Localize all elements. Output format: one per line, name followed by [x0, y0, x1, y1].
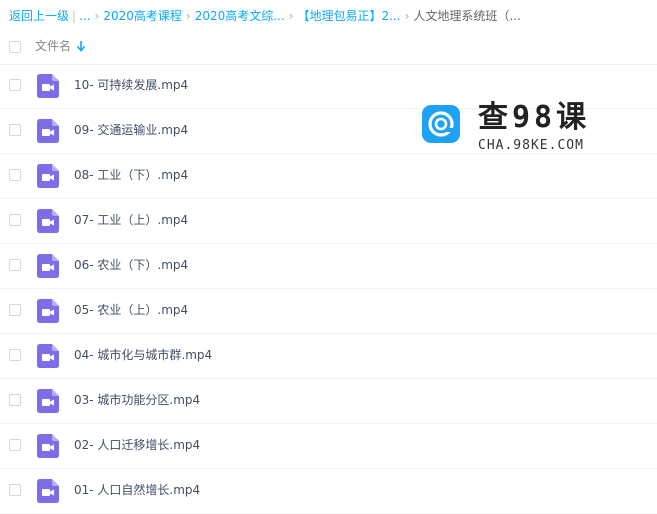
- video-file-icon: [37, 209, 59, 233]
- video-file-icon: [37, 344, 59, 368]
- breadcrumb-ellipsis[interactable]: ...: [79, 9, 90, 23]
- video-file-icon: [37, 434, 59, 458]
- file-row[interactable]: 08- 工业（下）.mp4: [0, 154, 657, 199]
- file-name[interactable]: 07- 工业（上）.mp4: [74, 212, 188, 229]
- file-checkbox[interactable]: [9, 124, 21, 136]
- video-file-icon: [37, 164, 59, 188]
- file-checkbox[interactable]: [9, 259, 21, 271]
- file-checkbox[interactable]: [9, 349, 21, 361]
- file-checkbox[interactable]: [9, 304, 21, 316]
- file-checkbox[interactable]: [9, 214, 21, 226]
- file-row[interactable]: 06- 农业（下）.mp4: [0, 244, 657, 289]
- file-checkbox[interactable]: [9, 79, 21, 91]
- file-name[interactable]: 09- 交通运输业.mp4: [74, 122, 188, 139]
- breadcrumb: 返回上一级 |... › 2020高考课程 › 2020高考文综... › 【地理包易正】2.…: [9, 7, 649, 25]
- video-file-icon: [37, 254, 59, 278]
- file-name[interactable]: 01- 人口自然增长.mp4: [74, 482, 200, 499]
- file-row[interactable]: 04- 城市化与城市群.mp4: [0, 334, 657, 379]
- file-name[interactable]: 06- 农业（下）.mp4: [74, 257, 188, 274]
- file-checkbox[interactable]: [9, 169, 21, 181]
- breadcrumb-separator: ›: [94, 9, 100, 23]
- file-name[interactable]: 10- 可持续发展.mp4: [74, 77, 188, 94]
- video-file-icon: [37, 299, 59, 323]
- file-row[interactable]: 07- 工业（上）.mp4: [0, 199, 657, 244]
- file-row[interactable]: 05- 农业（上）.mp4: [0, 289, 657, 334]
- file-list-header: 文件名: [0, 31, 657, 65]
- file-name[interactable]: 04- 城市化与城市群.mp4: [74, 347, 212, 364]
- watermark-title: 查98课: [478, 100, 591, 135]
- video-file-icon: [37, 389, 59, 413]
- back-link[interactable]: 返回上一级: [9, 9, 69, 23]
- breadcrumb-separator: ›: [185, 9, 191, 23]
- column-header-filename[interactable]: 文件名: [35, 38, 71, 54]
- file-checkbox[interactable]: [9, 439, 21, 451]
- sort-down-arrow-icon[interactable]: [76, 39, 86, 53]
- breadcrumb-item-subject[interactable]: 2020高考文综...: [195, 9, 285, 23]
- breadcrumb-separator: ›: [288, 9, 294, 23]
- file-checkbox[interactable]: [9, 394, 21, 406]
- video-file-icon: [37, 74, 59, 98]
- video-file-icon: [37, 479, 59, 503]
- breadcrumb-separator: ›: [404, 9, 410, 23]
- video-file-icon: [37, 119, 59, 143]
- breadcrumb-divider: |: [72, 9, 77, 23]
- breadcrumb-item-teacher[interactable]: 【地理包易正】2...: [297, 9, 400, 23]
- cha98ke-logo-icon: [422, 105, 460, 143]
- select-all-checkbox[interactable]: [9, 41, 21, 53]
- file-row[interactable]: 02- 人口迁移增长.mp4: [0, 424, 657, 469]
- file-name[interactable]: 05- 农业（上）.mp4: [74, 302, 188, 319]
- watermark-subtitle: CHA.98KE.COM: [478, 138, 584, 153]
- file-checkbox[interactable]: [9, 484, 21, 496]
- breadcrumb-item-course[interactable]: 2020高考课程: [103, 9, 182, 23]
- file-name[interactable]: 03- 城市功能分区.mp4: [74, 392, 200, 409]
- file-row[interactable]: 03- 城市功能分区.mp4: [0, 379, 657, 424]
- watermark: 查98课 CHA.98KE.COM: [422, 100, 602, 160]
- file-name[interactable]: 02- 人口迁移增长.mp4: [74, 437, 200, 454]
- file-row[interactable]: 01- 人口自然增长.mp4: [0, 469, 657, 514]
- file-name[interactable]: 08- 工业（下）.mp4: [74, 167, 188, 184]
- breadcrumb-current: 人文地理系统班（...: [413, 9, 521, 23]
